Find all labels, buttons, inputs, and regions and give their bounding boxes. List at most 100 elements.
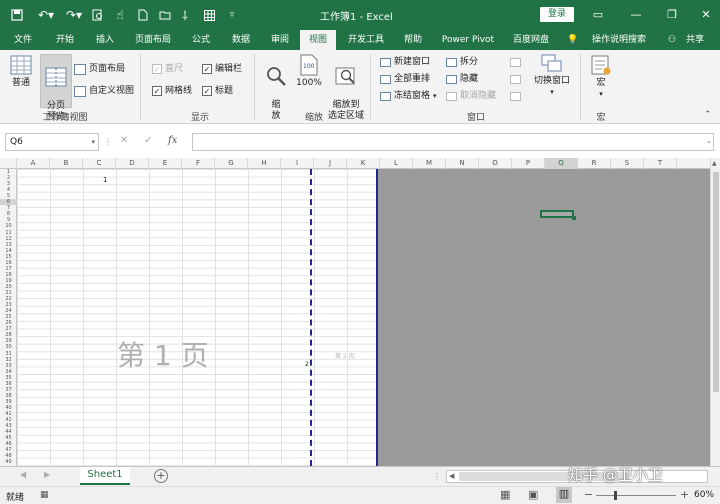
zoom-button[interactable]: 缩 放 (262, 54, 290, 122)
redo-icon[interactable]: ↷▾ (62, 6, 86, 24)
customize-icon[interactable]: ⸸ (178, 6, 192, 24)
column-header[interactable]: P (512, 158, 545, 169)
undo-icon[interactable]: ↶▾ (34, 6, 58, 24)
cancel-icon[interactable]: ✕ (120, 135, 128, 146)
headings-checkbox[interactable]: ✓ 标题 (202, 84, 233, 98)
page-break-preview-status-icon[interactable]: ▥ (556, 487, 572, 503)
zoom-100-button[interactable]: 100 100% (294, 54, 324, 89)
column-header[interactable]: M (413, 158, 446, 169)
column-header[interactable]: T (644, 158, 677, 169)
zoom-out-icon[interactable]: − (584, 488, 593, 501)
tab-home[interactable]: 开始 (48, 30, 82, 50)
normal-view-button[interactable]: 普通 (4, 54, 38, 89)
new-sheet-icon[interactable]: + (154, 469, 168, 483)
vertical-scrollbar[interactable]: ▲ (710, 158, 720, 466)
scroll-up-icon[interactable]: ▲ (712, 160, 717, 167)
tab-help[interactable]: 帮助 (396, 30, 430, 50)
page-break-preview-button[interactable]: 分页 预览 (40, 54, 72, 122)
print-area-border[interactable] (376, 169, 378, 466)
tab-data[interactable]: 数据 (222, 30, 260, 50)
sheet-tab-sheet1[interactable]: Sheet1 (80, 467, 130, 485)
normal-view-status-icon[interactable]: ▦ (500, 488, 510, 501)
open-folder-icon[interactable] (158, 6, 172, 24)
close-icon[interactable]: ✕ (696, 6, 716, 24)
page-layout-status-icon[interactable]: ▣ (528, 488, 538, 501)
hide-button[interactable]: 隐藏 (446, 72, 478, 86)
share-button[interactable]: 共享 (680, 30, 710, 50)
formula-input[interactable] (192, 133, 714, 151)
print-preview-icon[interactable] (90, 6, 106, 24)
macro-recording-icon[interactable]: ▦ (40, 490, 49, 500)
zoom-slider[interactable] (596, 495, 676, 496)
cell-i24[interactable]: 2 (305, 361, 309, 368)
print-area[interactable] (17, 169, 377, 466)
column-header[interactable]: F (182, 158, 215, 169)
column-header[interactable]: A (17, 158, 50, 169)
tab-splitter-icon[interactable]: ⋮ (433, 472, 441, 481)
synchronous-scrolling-icon[interactable] (510, 72, 521, 86)
touch-mode-icon[interactable]: ☝ (112, 6, 128, 24)
scroll-left-icon[interactable]: ◀ (449, 472, 454, 480)
name-box[interactable]: Q6 ▾ (5, 133, 99, 151)
page-break-line[interactable] (310, 169, 312, 466)
column-header[interactable]: N (446, 158, 479, 169)
column-header[interactable]: I (281, 158, 314, 169)
column-header[interactable]: H (248, 158, 281, 169)
ruler-checkbox[interactable]: ✓ 直尺 (152, 62, 183, 76)
split-button[interactable]: 拆分 (446, 55, 478, 69)
tab-insert[interactable]: 插入 (86, 30, 124, 50)
column-header[interactable]: R (578, 158, 611, 169)
unhide-button[interactable]: 取消隐藏 (446, 89, 496, 103)
tab-file[interactable]: 文件 (6, 30, 40, 50)
cell-c2[interactable]: 1 (103, 176, 107, 184)
column-header[interactable]: O (479, 158, 512, 169)
minimize-icon[interactable]: — (626, 6, 646, 24)
reset-window-position-icon[interactable] (510, 89, 521, 103)
view-side-by-side-icon[interactable] (510, 55, 521, 69)
arrange-all-button[interactable]: 全部重排 (380, 72, 430, 86)
expand-formula-bar-icon[interactable]: ⌄ (706, 137, 712, 145)
formula-bar-checkbox[interactable]: ✓ 编辑栏 (202, 62, 242, 76)
selected-cell-q6[interactable] (540, 210, 574, 218)
column-header[interactable]: D (116, 158, 149, 169)
row-header[interactable]: 49 (0, 459, 17, 465)
restore-icon[interactable]: ❐ (662, 6, 682, 24)
gridlines-checkbox[interactable]: ✓ 网格线 (152, 84, 192, 98)
freeze-panes-button[interactable]: 冻结窗格 ▾ (380, 89, 437, 103)
enter-icon[interactable]: ✓ (144, 135, 152, 146)
column-header[interactable]: C (83, 158, 116, 169)
insert-function-icon[interactable]: fx (168, 135, 177, 146)
macros-button[interactable]: 宏 ▾ (586, 54, 616, 100)
switch-windows-button[interactable]: 切换窗口 ▾ (530, 54, 574, 98)
dropdown-icon[interactable]: ▿ (226, 6, 238, 24)
tab-developer[interactable]: 开发工具 (340, 30, 392, 50)
scroll-sheets-left-icon[interactable]: ◀ (20, 470, 26, 479)
tab-page-layout[interactable]: 页面布局 (128, 30, 178, 50)
custom-views-button[interactable]: 自定义视图 (74, 84, 134, 98)
tab-baidu-netdisk[interactable]: 百度网盘 (504, 30, 558, 50)
save-icon[interactable] (8, 6, 26, 24)
table-icon[interactable] (202, 6, 216, 24)
tab-view[interactable]: 视图 (300, 30, 336, 50)
column-header[interactable]: G (215, 158, 248, 169)
column-header[interactable]: Q (545, 158, 578, 169)
column-header[interactable]: L (380, 158, 413, 169)
tell-me-search[interactable]: 操作说明搜索 (584, 30, 654, 50)
column-header[interactable]: J (314, 158, 347, 169)
new-window-button[interactable]: 新建窗口 (380, 55, 430, 69)
zoom-level[interactable]: 60% (694, 490, 714, 500)
page-layout-button[interactable]: 页面布局 (74, 62, 125, 76)
zoom-in-icon[interactable]: + (680, 488, 689, 501)
tab-power-pivot[interactable]: Power Pivot (436, 30, 500, 50)
zoom-slider-thumb[interactable] (614, 491, 617, 500)
vertical-scroll-thumb[interactable] (713, 172, 719, 392)
column-header[interactable]: S (611, 158, 644, 169)
collapse-ribbon-icon[interactable]: ⌃ (704, 110, 712, 120)
column-header[interactable]: B (50, 158, 83, 169)
ribbon-display-options-icon[interactable]: ▭ (588, 6, 608, 24)
fill-handle[interactable] (572, 216, 576, 220)
new-file-icon[interactable] (136, 6, 150, 24)
scroll-sheets-right-icon[interactable]: ▶ (44, 470, 50, 479)
tab-review[interactable]: 审阅 (262, 30, 298, 50)
tab-formulas[interactable]: 公式 (182, 30, 220, 50)
